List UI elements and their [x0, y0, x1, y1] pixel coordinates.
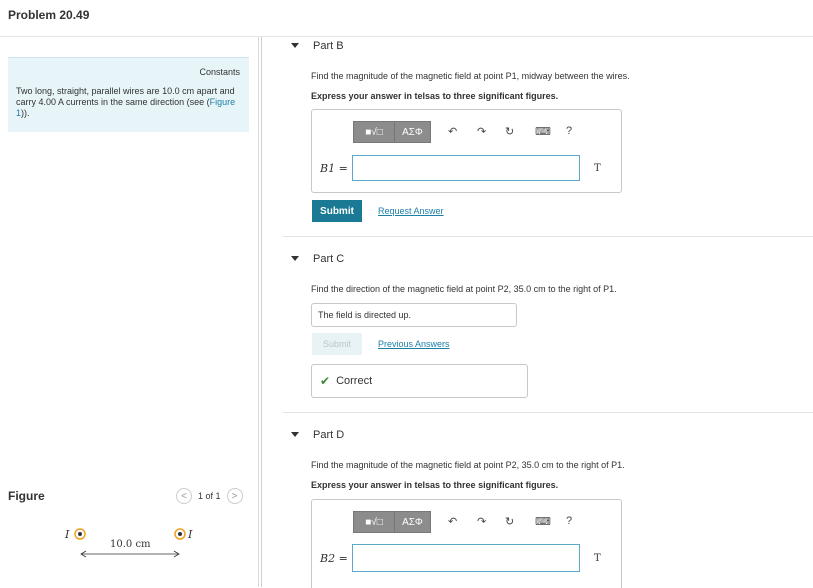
figure-pager: < 1 of 1 > — [176, 488, 243, 504]
wire-right-dot — [178, 532, 182, 536]
part-c-separator — [283, 412, 813, 413]
part-b-collapse-icon[interactable] — [291, 43, 299, 48]
undo-icon[interactable]: ↶ — [448, 125, 457, 138]
part-b-title[interactable]: Part B — [313, 40, 344, 52]
part-b-unit: T — [594, 163, 601, 174]
part-c-submit-button: Submit — [312, 333, 362, 355]
part-c-collapse-icon[interactable] — [291, 256, 299, 261]
figure-page-count: 1 of 1 — [198, 491, 221, 501]
page-title: Problem 20.49 — [8, 8, 90, 22]
problem-text-end: )). — [21, 108, 30, 118]
part-b-question: Find the magnitude of the magnetic field… — [311, 71, 630, 81]
part-c-answer-display: The field is directed up. — [311, 303, 517, 327]
next-figure-button[interactable]: > — [226, 488, 243, 504]
current-label-left: I — [64, 528, 70, 541]
part-d-undo-icon[interactable]: ↶ — [448, 515, 457, 528]
part-d-redo-icon[interactable]: ↷ — [477, 515, 486, 528]
checkmark-icon: ✔ — [320, 374, 331, 388]
part-d-unit: T — [594, 553, 601, 564]
part-d-question: Find the magnitude of the magnetic field… — [311, 460, 625, 470]
current-label-right: I — [187, 528, 193, 541]
figure-label: Figure — [8, 489, 45, 503]
distance-label: 10.0 cm — [110, 539, 151, 550]
problem-text-main: Two long, straight, parallel wires are 1… — [16, 86, 235, 107]
keyboard-icon[interactable]: ⌨ — [535, 125, 551, 138]
help-icon[interactable]: ? — [566, 125, 572, 137]
part-c-title[interactable]: Part C — [313, 253, 344, 265]
part-b-variable-label: B1 = — [320, 162, 348, 175]
part-d-help-icon[interactable]: ? — [566, 515, 572, 527]
part-d-keyboard-icon[interactable]: ⌨ — [535, 515, 551, 528]
part-d-templates-button[interactable]: ■√□ — [353, 511, 395, 533]
part-d-reset-icon[interactable]: ↻ — [505, 515, 514, 528]
part-c-question: Find the direction of the magnetic field… — [311, 284, 617, 294]
part-d-greek-symbols-button[interactable]: AΣΦ — [394, 511, 431, 533]
part-b-separator — [283, 236, 813, 237]
panel-divider — [261, 37, 262, 587]
wire-left-dot — [78, 532, 82, 536]
part-b-submit-button[interactable]: Submit — [312, 200, 362, 222]
prev-figure-button[interactable]: < — [176, 488, 192, 504]
part-b-instruction: Express your answer in telsas to three s… — [311, 91, 559, 101]
constants-link[interactable]: Constants — [199, 67, 240, 77]
templates-button[interactable]: ■√□ — [353, 121, 395, 143]
part-b-answer-input[interactable] — [352, 155, 580, 181]
redo-icon[interactable]: ↷ — [477, 125, 486, 138]
part-d-title[interactable]: Part D — [313, 429, 344, 441]
part-d-instruction: Express your answer in telsas to three s… — [311, 480, 559, 490]
wire-figure: I I 10.0 cm — [0, 518, 258, 578]
greek-symbols-button[interactable]: AΣΦ — [394, 121, 431, 143]
part-d-variable-label: B2 = — [320, 552, 348, 565]
part-c-feedback-box: ✔ Correct — [311, 364, 528, 398]
part-c-previous-answers-link[interactable]: Previous Answers — [378, 339, 450, 349]
part-d-collapse-icon[interactable] — [291, 432, 299, 437]
part-d-answer-input[interactable] — [352, 544, 580, 572]
reset-icon[interactable]: ↻ — [505, 125, 514, 138]
part-c-status-label: Correct — [336, 375, 373, 387]
part-b-request-answer-link[interactable]: Request Answer — [378, 206, 444, 216]
wire-figure-svg: I I 10.0 cm — [64, 528, 193, 558]
problem-text: Two long, straight, parallel wires are 1… — [16, 86, 244, 119]
problem-statement-box: Constants Two long, straight, parallel w… — [8, 57, 249, 132]
